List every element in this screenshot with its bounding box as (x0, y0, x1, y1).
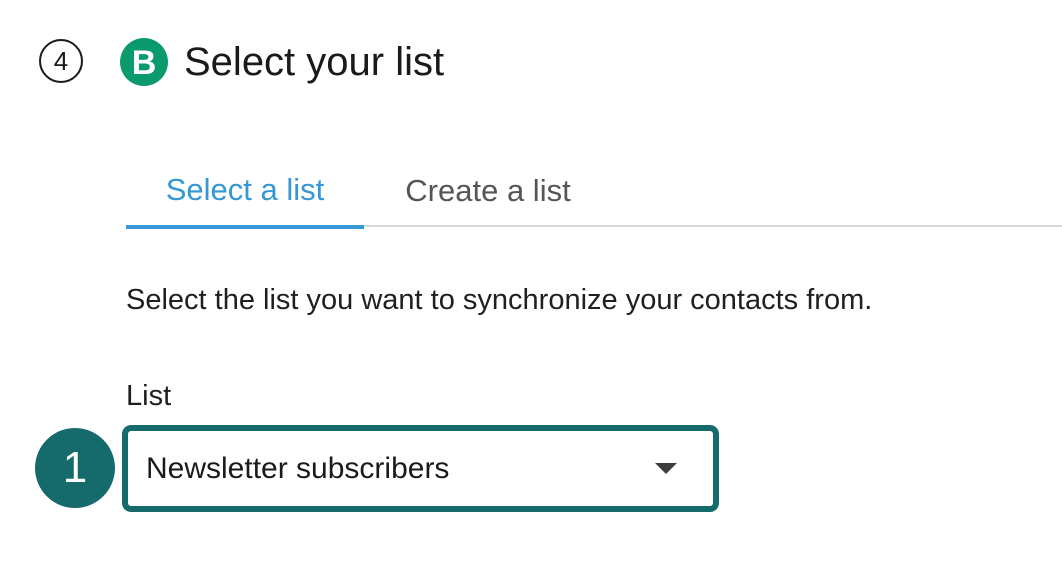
step-number: 4 (53, 46, 69, 76)
list-select[interactable]: Newsletter subscribers (122, 425, 719, 512)
brevo-logo-icon: B (120, 38, 168, 86)
step-number-badge: 4 (39, 39, 83, 83)
list-select-value: Newsletter subscribers (146, 451, 450, 485)
list-field-label: List (126, 380, 172, 412)
instruction-text: Select the list you want to synchronize … (126, 284, 873, 316)
list-tabs: Select a list Create a list (126, 152, 1062, 229)
tab-select-a-list[interactable]: Select a list (126, 152, 364, 229)
tab-create-a-list[interactable]: Create a list (364, 152, 612, 227)
caret-down-icon (655, 463, 677, 474)
step-title: Select your list (184, 40, 445, 84)
tab-label: Create a list (405, 172, 571, 208)
annotation-marker-label: 1 (62, 443, 88, 492)
annotation-marker: 1 (35, 428, 115, 508)
brand-logo-letter: B (131, 43, 157, 82)
tab-label: Select a list (165, 171, 325, 207)
